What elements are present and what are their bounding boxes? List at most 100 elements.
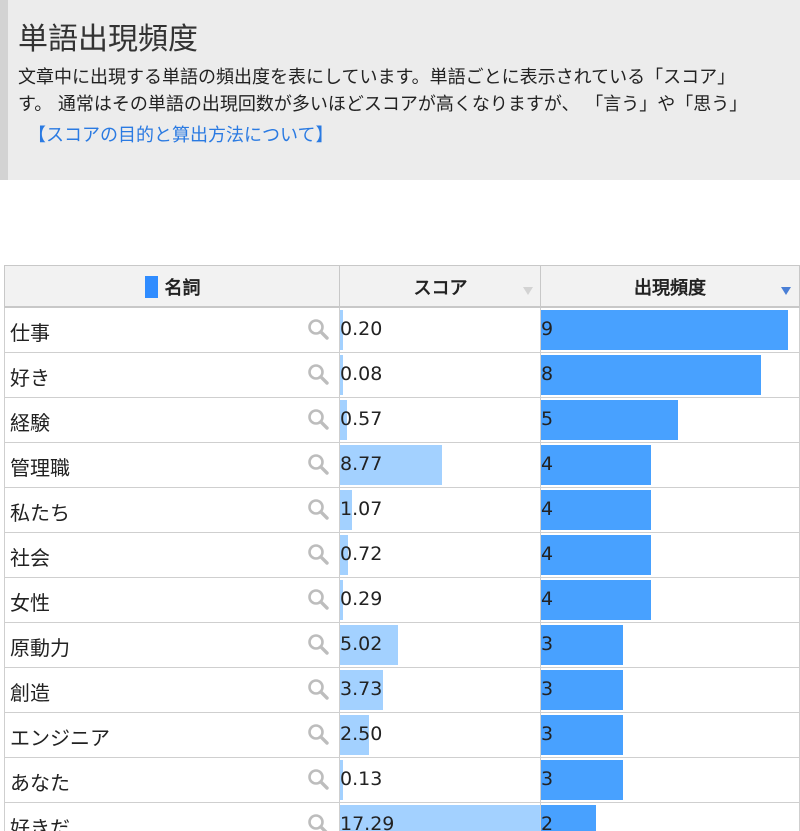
score-cell: 0.13 (339, 758, 541, 802)
frequency-value: 4 (541, 498, 554, 520)
description-line-2: す。 通常はその単語の出現回数が多いほどスコアが高くなりますが、 「言う」や「思… (18, 94, 748, 115)
score-value: 8.77 (340, 453, 383, 475)
score-help-link[interactable]: 【スコアの目的と算出方法について】 (28, 121, 333, 147)
column-header-word[interactable]: 名詞 (4, 266, 340, 307)
search-icon[interactable] (307, 498, 329, 520)
word-cell[interactable]: 好き (4, 353, 340, 397)
page-description: 文章中に出現する単語の頻出度を表にしています。単語ごとに表示されている「スコア」… (18, 64, 747, 118)
table-row: エンジニア 2.50 3 (4, 713, 800, 758)
word-label: あなた (10, 771, 70, 795)
frequency-cell: 2 (540, 803, 800, 831)
word-label: 経験 (10, 411, 50, 435)
frequency-cell: 3 (540, 758, 800, 802)
word-label: 社会 (10, 546, 50, 570)
page-title: 単語出現頻度 (18, 22, 198, 57)
table-row: 好きだ 17.29 2 (4, 803, 800, 831)
frequency-cell: 4 (540, 578, 800, 622)
frequency-bar (541, 625, 624, 665)
score-value: 3.73 (340, 678, 383, 700)
column-header-frequency[interactable]: 出現頻度 (540, 266, 800, 307)
frequency-bar (541, 760, 624, 800)
word-cell[interactable]: 創造 (4, 668, 340, 712)
frequency-bar (541, 715, 624, 755)
word-cell[interactable]: 好きだ (4, 803, 340, 831)
frequency-bar (541, 310, 788, 350)
frequency-bar (541, 670, 624, 710)
frequency-cell: 4 (540, 533, 800, 577)
frequency-cell: 4 (540, 488, 800, 532)
word-frequency-table: 名詞 スコア 出現頻度 仕事 0.20 9 好き 0.08 8 経験 0.57 5 管理職 8.77… (4, 265, 800, 831)
table-row: 女性 0.29 4 (4, 578, 800, 623)
search-icon[interactable] (307, 318, 329, 340)
search-icon[interactable] (307, 633, 329, 655)
frequency-bar (541, 535, 651, 575)
table-row: 社会 0.72 4 (4, 533, 800, 578)
search-icon[interactable] (307, 543, 329, 565)
frequency-bar (541, 580, 651, 620)
word-label: 私たち (10, 501, 70, 525)
search-icon[interactable] (307, 723, 329, 745)
word-label: 仕事 (10, 321, 50, 345)
word-column-marker-icon (144, 275, 158, 298)
word-label: 原動力 (10, 636, 70, 660)
search-icon[interactable] (307, 453, 329, 475)
column-header-word-label: 名詞 (164, 277, 201, 299)
table-row: 創造 3.73 3 (4, 668, 800, 713)
frequency-value: 4 (541, 588, 554, 610)
score-cell: 0.29 (339, 578, 541, 622)
word-label: 好きだ (10, 816, 70, 831)
word-label: 好き (10, 366, 50, 390)
word-cell[interactable]: 管理職 (4, 443, 340, 487)
score-cell: 1.07 (339, 488, 541, 532)
word-cell[interactable]: エンジニア (4, 713, 340, 757)
word-cell[interactable]: あなた (4, 758, 340, 802)
table-row: 経験 0.57 5 (4, 398, 800, 443)
score-cell: 17.29 (339, 803, 541, 831)
search-icon[interactable] (307, 768, 329, 790)
frequency-bar (541, 490, 651, 530)
score-cell: 3.73 (339, 668, 541, 712)
search-icon[interactable] (307, 363, 329, 385)
word-label: 創造 (10, 681, 50, 705)
score-cell: 0.08 (339, 353, 541, 397)
score-value: 0.57 (340, 408, 383, 430)
search-icon[interactable] (307, 408, 329, 430)
sort-arrow-icon (523, 287, 533, 295)
score-value: 1.07 (340, 498, 383, 520)
column-header-score-label: スコア (413, 277, 468, 299)
word-cell[interactable]: 社会 (4, 533, 340, 577)
score-cell: 0.72 (339, 533, 541, 577)
word-label: 管理職 (10, 456, 70, 480)
score-cell: 2.50 (339, 713, 541, 757)
frequency-bar (541, 355, 761, 395)
search-icon[interactable] (307, 813, 329, 831)
search-icon[interactable] (307, 678, 329, 700)
word-cell[interactable]: 経験 (4, 398, 340, 442)
score-value: 0.20 (340, 318, 383, 340)
frequency-value: 9 (541, 318, 554, 340)
word-cell[interactable]: 女性 (4, 578, 340, 622)
column-header-score[interactable]: スコア (339, 266, 541, 307)
sort-descending-icon (781, 287, 791, 295)
table-row: あなた 0.13 3 (4, 758, 800, 803)
frequency-value: 4 (541, 453, 554, 475)
table-row: 私たち 1.07 4 (4, 488, 800, 533)
table-row: 好き 0.08 8 (4, 353, 800, 398)
column-header-frequency-label: 出現頻度 (634, 277, 706, 299)
frequency-value: 2 (541, 813, 554, 831)
frequency-cell: 3 (540, 623, 800, 667)
score-value: 0.29 (340, 588, 383, 610)
frequency-cell: 8 (540, 353, 800, 397)
search-icon[interactable] (307, 588, 329, 610)
frequency-cell: 3 (540, 713, 800, 757)
score-cell: 0.20 (339, 308, 541, 352)
score-cell: 8.77 (339, 443, 541, 487)
word-cell[interactable]: 仕事 (4, 308, 340, 352)
table-row: 管理職 8.77 4 (4, 443, 800, 488)
word-cell[interactable]: 原動力 (4, 623, 340, 667)
frequency-value: 3 (541, 768, 554, 790)
word-label: エンジニア (10, 726, 110, 750)
frequency-value: 5 (541, 408, 554, 430)
word-cell[interactable]: 私たち (4, 488, 340, 532)
table-body: 仕事 0.20 9 好き 0.08 8 経験 0.57 5 管理職 8.77 4 私たち 1.07 4 社会 0… (4, 308, 800, 831)
